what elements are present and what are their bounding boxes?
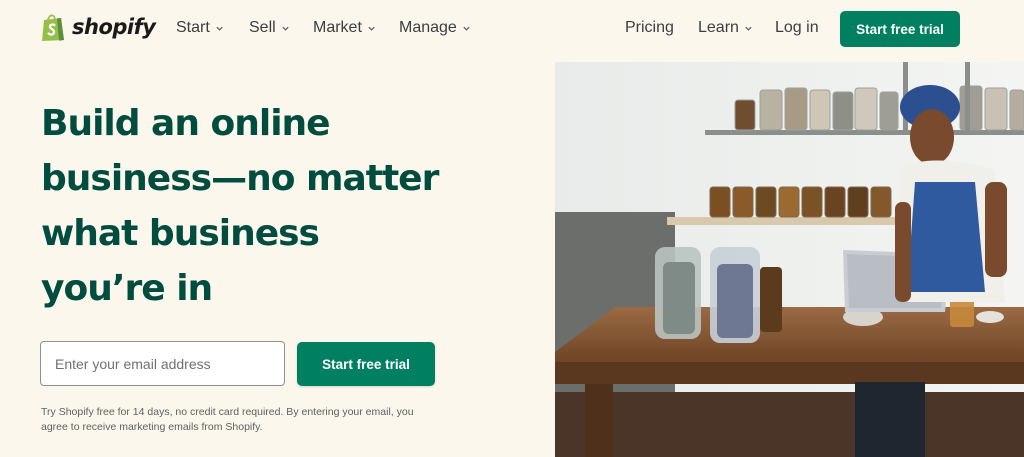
brand-wordmark: shopify xyxy=(72,15,156,39)
hero-headline: Build an online business—no matter what … xyxy=(41,96,511,316)
nav-start[interactable]: Start xyxy=(176,19,224,37)
hero-image xyxy=(555,62,1024,457)
hero-photo-illustration xyxy=(555,62,1024,457)
chevron-down-icon xyxy=(745,26,752,31)
top-navigation: shopify Start Sell Market Manage Pricing… xyxy=(0,0,1024,58)
nav-manage-label: Manage xyxy=(399,19,457,36)
nav-learn-label: Learn xyxy=(698,19,739,36)
headline-line: you’re in xyxy=(41,268,213,309)
headline-line: business—no matter xyxy=(41,158,439,199)
nav-start-label: Start xyxy=(176,19,210,36)
shopify-logo[interactable]: shopify xyxy=(40,12,156,42)
chevron-down-icon xyxy=(216,26,223,31)
trial-disclaimer: Try Shopify free for 14 days, no credit … xyxy=(41,406,414,433)
chevron-down-icon xyxy=(463,26,470,31)
nav-sell[interactable]: Sell xyxy=(249,19,290,37)
nav-pricing-label: Pricing xyxy=(625,19,674,36)
chevron-down-icon xyxy=(282,26,289,31)
nav-login[interactable]: Log in xyxy=(775,19,819,37)
chevron-down-icon xyxy=(368,26,375,31)
nav-login-label: Log in xyxy=(775,19,819,36)
nav-learn[interactable]: Learn xyxy=(698,19,753,37)
shopping-bag-icon xyxy=(42,14,64,41)
nav-pricing[interactable]: Pricing xyxy=(625,19,674,37)
nav-manage[interactable]: Manage xyxy=(399,19,471,37)
headline-line: Build an online xyxy=(41,103,331,144)
hero-start-free-trial-button[interactable]: Start free trial xyxy=(297,342,435,386)
nav-sell-label: Sell xyxy=(249,19,276,36)
nav-market[interactable]: Market xyxy=(313,19,376,37)
nav-start-free-trial-button[interactable]: Start free trial xyxy=(840,11,960,47)
headline-line: what business xyxy=(41,213,320,254)
email-input[interactable] xyxy=(40,341,285,386)
nav-market-label: Market xyxy=(313,19,362,36)
